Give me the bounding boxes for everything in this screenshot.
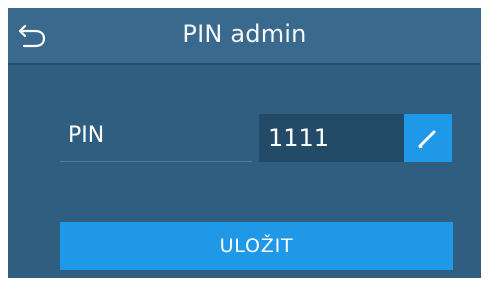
header-bar: PIN admin xyxy=(8,8,481,65)
screen: PIN admin PIN 1111 ULOŽIT xyxy=(8,8,481,278)
pin-value-field[interactable]: 1111 xyxy=(259,114,404,162)
pencil-icon xyxy=(418,130,436,149)
page-title: PIN admin xyxy=(182,20,307,48)
pin-label: PIN xyxy=(68,123,105,148)
save-button[interactable]: ULOŽIT xyxy=(60,222,453,270)
label-divider xyxy=(60,161,252,162)
edit-pin-button[interactable] xyxy=(404,114,452,162)
